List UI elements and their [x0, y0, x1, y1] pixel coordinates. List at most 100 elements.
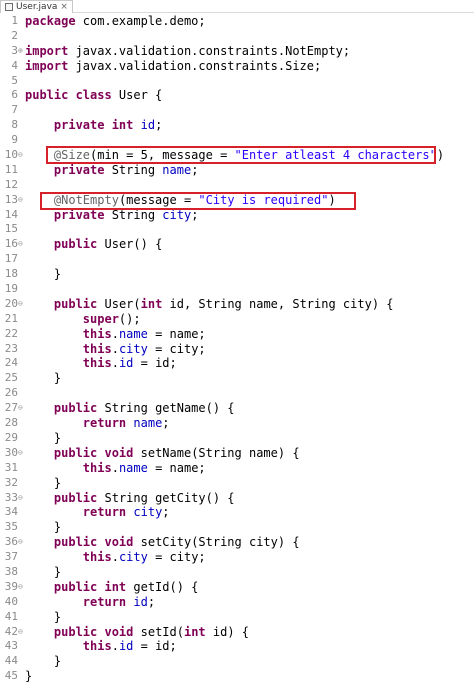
code-line[interactable]: 19 [0, 282, 474, 297]
code-text: public User() { [53, 237, 163, 252]
close-icon[interactable]: × [60, 2, 68, 12]
code-line[interactable]: 42 ⊖ public void setId(int id) { [0, 625, 474, 640]
code-line[interactable]: 1 package com.example.demo; [0, 14, 474, 29]
code-text: public class User { [25, 88, 163, 103]
code-line[interactable]: 28 return name; [0, 416, 474, 431]
code-line[interactable]: 25 } [0, 371, 474, 386]
code-line[interactable]: 29 } [0, 431, 474, 446]
line-number: 29 [4, 430, 18, 444]
code-line[interactable]: 15 [0, 222, 474, 237]
code-line[interactable]: 39 ⊖ public int getId() { [0, 580, 474, 595]
line-number: 32 [4, 475, 18, 489]
code-text: return id; [82, 594, 156, 609]
line-number: 15 [4, 222, 18, 236]
line-number: 7 [11, 103, 18, 117]
code-text: public void setCity(String city) { [53, 535, 300, 550]
code-line[interactable]: 45} [0, 669, 474, 684]
code-line[interactable]: 3 ⊕ import javax.validation.constraints.No… [0, 44, 474, 59]
code-line[interactable]: 22 this.name = name; [0, 327, 474, 342]
code-text: } [25, 430, 62, 445]
code-line[interactable]: 24 this.id = id; [0, 356, 474, 371]
code-text: this.id = id; [82, 356, 177, 371]
code-line[interactable]: 36 ⊖ public void setCity(String city) { [0, 535, 474, 550]
line-number: 8 [11, 118, 18, 132]
code-line[interactable]: 35 } [0, 520, 474, 535]
code-text: @NotEmpty(message = "City is required") [53, 192, 336, 207]
code-line[interactable]: 18 } [0, 267, 474, 282]
code-line[interactable]: 32 } [0, 476, 474, 491]
code-text: } [25, 267, 62, 282]
code-line[interactable]: 21 super(); [0, 312, 474, 327]
code-text: private String city; [53, 207, 199, 222]
code-line[interactable]: 12 [0, 178, 474, 193]
code-line[interactable]: 4 import javax.validation.constraints.Siz… [0, 59, 474, 74]
line-number: 27 [4, 401, 18, 415]
code-line[interactable]: 41 } [0, 610, 474, 625]
code-line[interactable]: 13 ⊖ @NotEmpty(message = "City is require… [0, 193, 474, 208]
line-number: 10 [4, 148, 18, 162]
tab-title: User.java [16, 2, 58, 12]
code-line[interactable]: 44 } [0, 654, 474, 669]
code-line[interactable]: 2 [0, 29, 474, 44]
code-line[interactable]: 31 this.name = name; [0, 461, 474, 476]
line-number: 3 [11, 43, 18, 57]
code-line[interactable]: 11 private String name; [0, 163, 474, 178]
line-number: 12 [4, 177, 18, 191]
fold-toggle-icon[interactable]: ⊖ [18, 148, 24, 163]
fold-toggle-icon[interactable]: ⊖ [18, 580, 24, 595]
code-line[interactable]: 6 public class User { [0, 88, 474, 103]
line-number: 4 [11, 58, 18, 72]
fold-toggle-icon[interactable]: ⊖ [18, 491, 24, 506]
code-line[interactable]: 8 private int id; [0, 118, 474, 133]
code-line[interactable]: 7 [0, 103, 474, 118]
code-text: public String getCity() { [53, 490, 235, 505]
line-number: 21 [4, 311, 18, 325]
fold-toggle-icon[interactable]: ⊖ [18, 625, 24, 640]
code-line[interactable]: 30 ⊖ public void setName(String name) { [0, 446, 474, 461]
code-line[interactable]: 5 [0, 74, 474, 89]
code-text: this.id = id; [82, 639, 177, 654]
line-number: 17 [4, 252, 18, 266]
code-line[interactable]: 40 return id; [0, 595, 474, 610]
code-line[interactable]: 20 ⊖ public User(int id, String name, Str… [0, 297, 474, 312]
code-editor[interactable]: 1 package com.example.demo; 2 3 ⊕ import java… [0, 14, 474, 684]
fold-toggle-icon[interactable]: ⊕ [18, 44, 24, 59]
line-number: 38 [4, 564, 18, 578]
code-text: } [25, 609, 62, 624]
code-text: } [25, 371, 62, 386]
fold-toggle-icon[interactable]: ⊖ [18, 193, 24, 208]
code-line[interactable]: 26 [0, 386, 474, 401]
code-text: import javax.validation.constraints.NotE… [25, 43, 351, 58]
code-text: import javax.validation.constraints.Size… [25, 58, 322, 73]
line-number: 5 [11, 73, 18, 87]
code-text: @Size(min = 5, message = "Enter atleast … [53, 148, 445, 163]
code-line[interactable]: 14 private String city; [0, 208, 474, 223]
fold-toggle-icon[interactable]: ⊖ [18, 535, 24, 550]
code-line[interactable]: 43 this.id = id; [0, 639, 474, 654]
code-text: this.name = name; [82, 326, 206, 341]
line-number: 22 [4, 326, 18, 340]
fold-toggle-icon[interactable]: ⊖ [18, 401, 24, 416]
fold-toggle-icon[interactable]: ⊖ [18, 237, 24, 252]
code-text: public void setId(int id) { [53, 624, 250, 639]
code-line[interactable]: 37 this.city = city; [0, 550, 474, 565]
code-line[interactable]: 33 ⊖ public String getCity() { [0, 491, 474, 506]
code-line[interactable]: 27 ⊖ public String getName() { [0, 401, 474, 416]
code-line[interactable]: 23 this.city = city; [0, 342, 474, 357]
code-line[interactable]: 38 } [0, 565, 474, 580]
code-line[interactable]: 17 [0, 252, 474, 267]
fold-toggle-icon[interactable]: ⊖ [18, 446, 24, 461]
code-line[interactable]: 34 return city; [0, 505, 474, 520]
tab-user-java[interactable]: User.java × [0, 0, 73, 13]
editor-tab-bar: User.java × [0, 0, 474, 13]
code-text: } [25, 669, 33, 684]
code-text: this.city = city; [82, 550, 206, 565]
fold-toggle-icon[interactable]: ⊖ [18, 297, 24, 312]
line-number: 13 [4, 192, 18, 206]
code-line[interactable]: 16 ⊖ public User() { [0, 237, 474, 252]
code-line[interactable]: 10 ⊖ @Size(min = 5, message = "Enter atle… [0, 148, 474, 163]
line-number: 26 [4, 386, 18, 400]
line-number: 34 [4, 505, 18, 519]
line-number: 25 [4, 371, 18, 385]
code-line[interactable]: 9 [0, 133, 474, 148]
